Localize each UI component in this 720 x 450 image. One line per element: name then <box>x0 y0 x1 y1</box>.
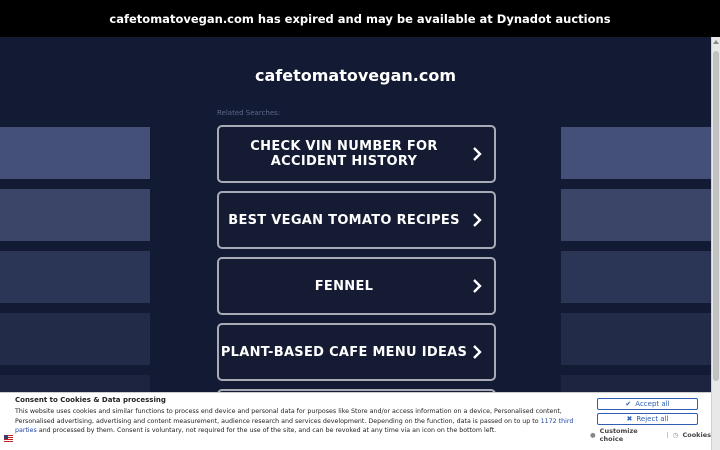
cookies-icon: ◷ <box>672 431 679 439</box>
search-button-4[interactable]: PLANT-BASED CAFE MENU IDEAS <box>217 323 496 381</box>
vertical-scrollbar[interactable] <box>711 37 720 450</box>
chevron-right-icon <box>473 147 482 161</box>
us-flag-icon[interactable] <box>4 435 13 442</box>
search-button-label-line1: CHECK VIN NUMBER FOR <box>250 139 438 154</box>
search-button-label-line1: PLANT-BASED CAFE MENU IDEAS <box>220 344 468 360</box>
chevron-right-icon <box>473 279 482 293</box>
search-button-3[interactable]: FENNEL <box>217 257 496 315</box>
chevron-right-icon <box>473 345 482 359</box>
cookie-text-before: This website uses cookies and similar fu… <box>15 408 562 425</box>
customize-icon: ● <box>590 431 596 439</box>
search-button-label-line1: FENNEL <box>314 278 374 294</box>
domain-title: cafetomatovegan.com <box>255 66 456 85</box>
accept-all-label: Accept all <box>635 400 670 408</box>
expired-banner: cafetomatovegan.com has expired and may … <box>0 0 720 37</box>
cookie-links: ● Customize choice | ◷ Cookies <box>590 427 711 443</box>
search-button-label-line2: ACCIDENT HISTORY <box>270 154 418 169</box>
search-button-1[interactable]: CHECK VIN NUMBER FOR ACCIDENT HISTORY <box>217 125 496 183</box>
reject-all-label: Reject all <box>636 415 669 423</box>
search-button-label: CHECK VIN NUMBER FOR ACCIDENT HISTORY <box>219 139 469 169</box>
cookies-link[interactable]: Cookies <box>682 431 711 439</box>
reject-all-button[interactable]: ✖ Reject all <box>597 413 698 425</box>
cookie-text: This website uses cookies and similar fu… <box>15 407 585 436</box>
cookie-title: Consent to Cookies & Data processing <box>15 396 166 404</box>
checkmark-icon: ✔ <box>625 400 632 408</box>
search-button-2[interactable]: BEST VEGAN TOMATO RECIPES <box>217 191 496 249</box>
accept-all-button[interactable]: ✔ Accept all <box>597 398 698 410</box>
scrollbar-thumb[interactable] <box>713 51 719 381</box>
related-searches-label: Related Searches: <box>217 109 281 117</box>
chevron-right-icon <box>473 213 482 227</box>
search-button-label: FENNEL <box>219 279 469 294</box>
cookie-text-after: and processed by them. Consent is volunt… <box>36 427 497 434</box>
search-button-label-line1: BEST VEGAN TOMATO RECIPES <box>228 212 460 228</box>
banner-text: cafetomatovegan.com has expired and may … <box>109 11 611 26</box>
scroll-up-icon[interactable] <box>713 40 719 44</box>
cookie-consent-bar: Consent to Cookies & Data processing Thi… <box>0 392 711 450</box>
customize-choice-link[interactable]: Customize choice <box>600 427 663 443</box>
cookie-links-separator: | <box>666 431 669 439</box>
close-icon: ✖ <box>626 415 633 423</box>
search-button-label: BEST VEGAN TOMATO RECIPES <box>219 213 469 228</box>
search-button-label: PLANT-BASED CAFE MENU IDEAS <box>219 345 469 360</box>
